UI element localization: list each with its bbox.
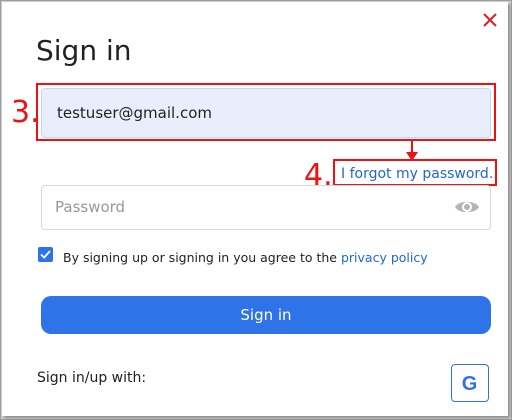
sign-in-dialog: Sign in 3. testuser@gmail.com 4. I forgo… [2,2,508,416]
page-title: Sign in [36,34,132,67]
checkmark-icon [40,250,51,259]
password-field[interactable]: Password [41,185,491,230]
svg-text:G: G [462,373,478,395]
agreement-label: By signing up or signing in you agree to… [63,250,341,265]
sign-in-button[interactable]: Sign in [41,296,491,334]
agree-checkbox[interactable] [38,247,53,262]
google-icon[interactable]: G [451,364,489,402]
sign-in-with-label: Sign in/up with: [37,370,147,386]
annotation-arrow-line [411,139,413,153]
forgot-password-link[interactable]: I forgot my password. [341,166,493,182]
window-frame: Sign in 3. testuser@gmail.com 4. I forgo… [0,0,512,420]
privacy-policy-link[interactable]: privacy policy [341,250,428,265]
eye-icon[interactable] [454,197,480,217]
close-icon[interactable] [480,10,500,30]
email-field[interactable]: testuser@gmail.com [41,88,491,138]
agreement-text: By signing up or signing in you agree to… [63,250,428,265]
